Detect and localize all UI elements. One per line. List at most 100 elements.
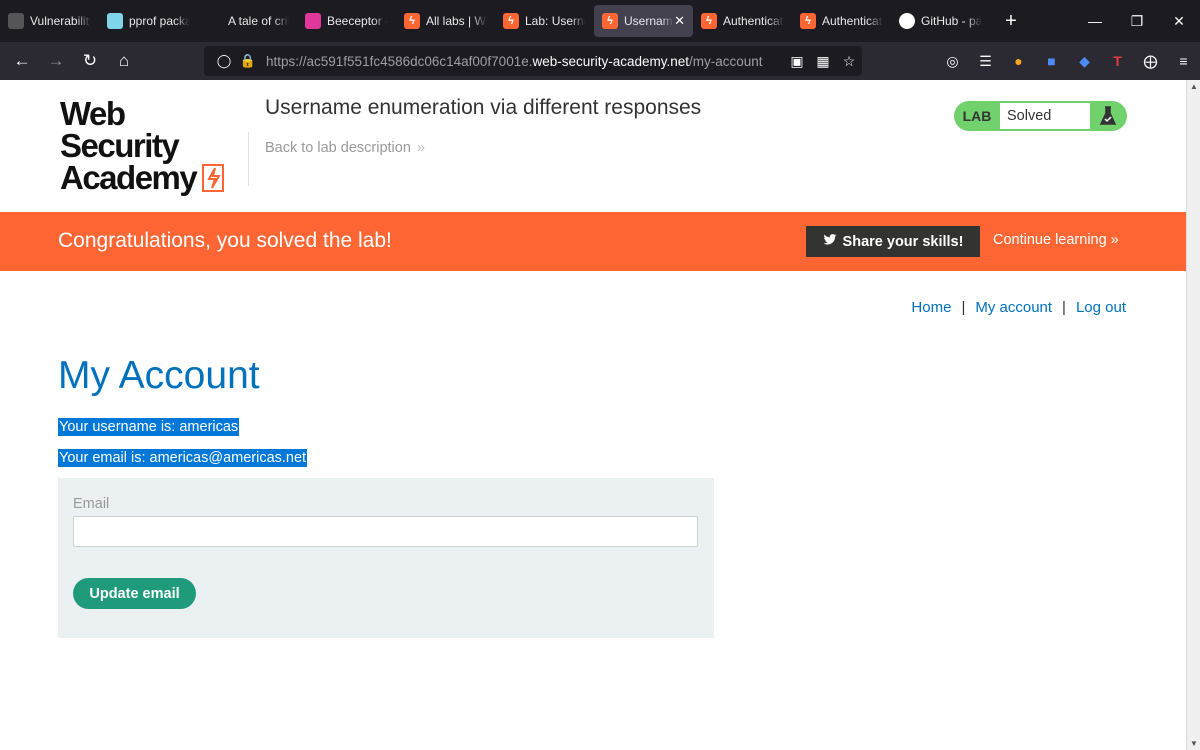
toolbar-extensions: ◎ ☰ ● ■ ◆ T ⨁ ≡: [936, 42, 1200, 80]
lab-status-text: Solved: [1000, 103, 1090, 129]
go-icon: [107, 13, 123, 29]
home-button[interactable]: ⌂: [107, 46, 141, 76]
change-email-form: Email Update email: [58, 478, 714, 638]
url-actions: ▣ ▦ ☆: [784, 53, 862, 70]
url-prefix: https://ac591f551fc4586dc06c14af00f7001e…: [266, 53, 533, 69]
back-button[interactable]: ←: [5, 46, 39, 76]
translate-extension-2-icon[interactable]: ◆: [1068, 46, 1101, 76]
email-text: Your email is: americas@americas.net: [58, 449, 308, 467]
browser-tab-bar: Vulnerability pprof packa A tale of crit Be…: [0, 0, 1200, 42]
pocket-icon[interactable]: ◎: [936, 46, 969, 76]
portswigger-icon: ϟ: [602, 13, 618, 29]
qr-code-icon[interactable]: ▦: [810, 53, 836, 70]
browser-tab[interactable]: ϟ Authenticati: [792, 5, 891, 37]
nav-separator: |: [1062, 299, 1066, 316]
extension-local-icon[interactable]: ●: [1002, 46, 1035, 76]
browser-tab[interactable]: GitHub - pa: [891, 5, 990, 37]
lab-status-badge: LAB Solved: [954, 101, 1127, 131]
username-text: Your username is: americas: [58, 418, 240, 436]
share-skills-button[interactable]: Share your skills!: [806, 226, 980, 257]
tab-title: Lab: Userna: [525, 14, 586, 28]
lock-icon[interactable]: 🔒: [236, 53, 260, 69]
page-title: My Account: [58, 354, 260, 397]
text-extension-icon[interactable]: T: [1101, 46, 1134, 76]
forward-button[interactable]: →: [39, 46, 73, 76]
browser-tab[interactable]: ϟ Username ✕: [594, 5, 693, 37]
browser-tab[interactable]: pprof packa: [99, 5, 198, 37]
email-label: Email: [73, 496, 110, 512]
beeceptor-icon: [305, 13, 321, 29]
logo-line-2: Academy: [60, 159, 250, 196]
nav-log-out-link[interactable]: Log out: [1076, 299, 1126, 316]
address-bar[interactable]: ◯ 🔒 https://ac591f551fc4586dc06c14af00f7…: [204, 46, 862, 76]
tab-title: Authenticati: [822, 14, 883, 28]
browser-tab[interactable]: ϟ All labs | We: [396, 5, 495, 37]
logo-divider: [248, 132, 249, 186]
scroll-up-icon[interactable]: ▲: [1187, 82, 1200, 91]
library-icon[interactable]: ☰: [969, 46, 1002, 76]
academy-logo[interactable]: Web Security Academy: [60, 95, 250, 194]
back-to-lab-link[interactable]: Back to lab description »: [265, 140, 425, 156]
browser-tab[interactable]: ϟ Authenticati: [693, 5, 792, 37]
lab-badge-label: LAB: [962, 108, 992, 124]
window-controls: — ❐ ✕: [1074, 0, 1200, 42]
bookmark-star-icon[interactable]: ☆: [836, 53, 862, 70]
url-text[interactable]: https://ac591f551fc4586dc06c14af00f7001e…: [266, 54, 763, 69]
page-scrollbar[interactable]: ▲ ▼: [1186, 80, 1200, 750]
close-window-button[interactable]: ✕: [1158, 0, 1200, 42]
email-field[interactable]: [73, 516, 698, 547]
lab-title: Username enumeration via different respo…: [265, 96, 702, 119]
new-tab-button[interactable]: +: [998, 10, 1024, 33]
twitter-icon: [823, 233, 837, 250]
browser-tab[interactable]: A tale of crit: [198, 5, 297, 37]
continue-learning-link[interactable]: Continue learning»: [993, 232, 1119, 248]
translate-extension-icon[interactable]: ■: [1035, 46, 1068, 76]
nav-my-account-link[interactable]: My account: [975, 299, 1052, 316]
web-page: Web Security Academy Username enumeratio…: [0, 80, 1186, 750]
back-link-label: Back to lab description: [265, 140, 411, 156]
tab-strip: Vulnerability pprof packa A tale of crit Be…: [0, 5, 990, 37]
browser-navigation-bar: ← → ↻ ⌂ ◯ 🔒 https://ac591f551fc4586dc06c…: [0, 42, 1200, 80]
close-tab-icon[interactable]: ✕: [674, 13, 685, 29]
logo-line-1: Web Security: [60, 95, 180, 164]
flask-icon: [1090, 106, 1125, 126]
chevron-right-icon: »: [1110, 232, 1119, 248]
scroll-down-icon[interactable]: ▼: [1187, 739, 1200, 748]
nav-separator: |: [961, 299, 966, 316]
url-host: web-security-academy.net: [532, 53, 690, 69]
tab-title: A tale of crit: [228, 14, 289, 28]
banner-message: Congratulations, you solved the lab!: [58, 229, 392, 252]
github-icon: [899, 13, 915, 29]
restore-button[interactable]: ❐: [1116, 0, 1158, 42]
browser-tab[interactable]: Beeceptor -: [297, 5, 396, 37]
tab-title: All labs | We: [426, 14, 487, 28]
lightning-bolt-icon: [202, 164, 225, 192]
tab-title: Authenticati: [723, 14, 784, 28]
portswigger-icon: ϟ: [404, 13, 420, 29]
congratulations-banner: Congratulations, you solved the lab! Sha…: [0, 212, 1186, 271]
extensions-icon[interactable]: ⨁: [1134, 46, 1167, 76]
share-button-label: Share your skills!: [842, 233, 964, 250]
continue-label: Continue learning: [993, 232, 1107, 248]
chevron-right-icon: »: [416, 140, 425, 156]
minimize-button[interactable]: —: [1074, 0, 1116, 42]
translate-icon[interactable]: ▣: [784, 53, 810, 70]
shield-icon[interactable]: ◯: [212, 53, 236, 69]
portswigger-icon: ϟ: [701, 13, 717, 29]
portswigger-icon: ϟ: [503, 13, 519, 29]
tab-title: GitHub - pa: [921, 14, 982, 28]
update-email-button[interactable]: Update email: [73, 578, 196, 609]
menu-icon[interactable]: ≡: [1167, 46, 1200, 76]
browser-tab[interactable]: Vulnerability: [0, 5, 99, 37]
reload-button[interactable]: ↻: [73, 46, 107, 76]
tab-title: pprof packa: [129, 14, 190, 28]
tab-title: Vulnerability: [30, 14, 91, 28]
nav-home-link[interactable]: Home: [911, 299, 951, 316]
tab-title: Username: [624, 14, 675, 28]
tab-title: Beeceptor -: [327, 14, 388, 28]
url-path: /my-account: [689, 53, 763, 69]
browser-tab[interactable]: ϟ Lab: Userna: [495, 5, 594, 37]
account-nav: Home | My account | Log out: [911, 299, 1126, 316]
portswigger-icon: ϟ: [800, 13, 816, 29]
logo-line-2-text: Academy: [60, 159, 198, 196]
